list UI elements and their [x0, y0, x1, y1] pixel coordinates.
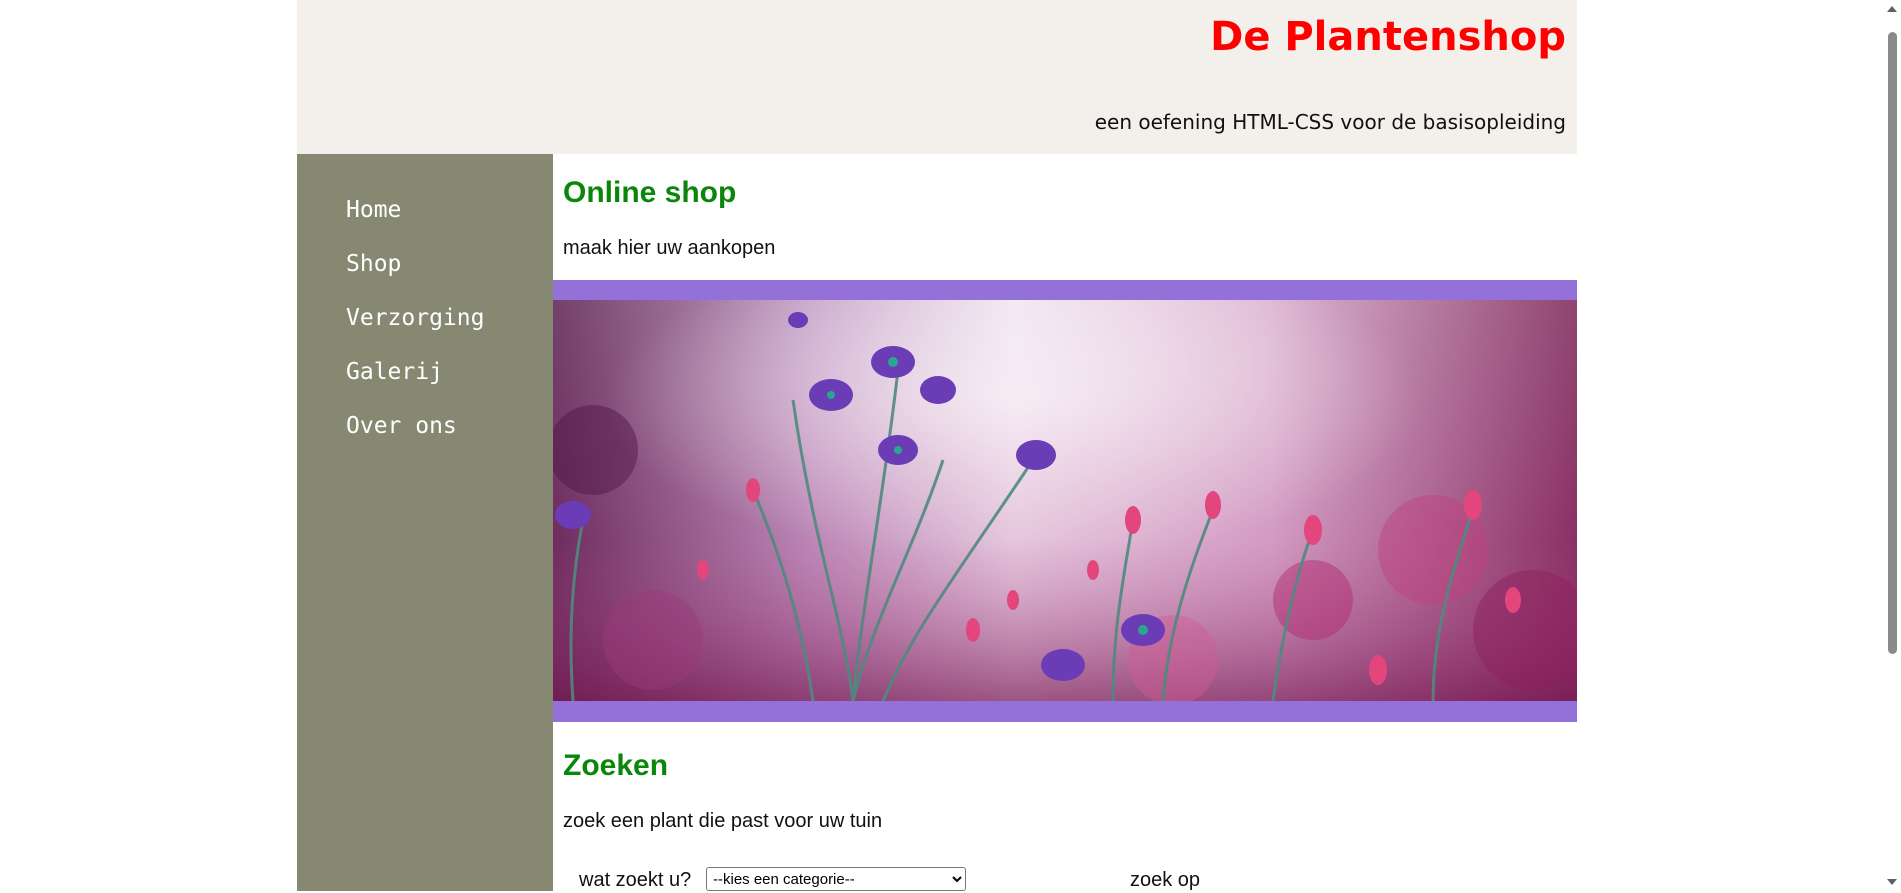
nav-link-over-ons[interactable]: Over ons [346, 412, 457, 440]
nav-menu: Home Shop Verzorging Galerij Over ons [346, 196, 484, 466]
nav-item-over-ons: Over ons [346, 412, 484, 466]
scrollbar-thumb[interactable] [1888, 32, 1897, 654]
search-by-label: zoek op [1130, 869, 1201, 891]
search-heading: Zoeken [563, 749, 669, 782]
scroll-down-arrow-icon[interactable] [1887, 879, 1897, 885]
category-label: wat zoekt u? [579, 869, 692, 891]
banner-frame [553, 280, 1577, 722]
search-form: wat zoekt u? --kies een categorie-- zoek… [579, 867, 1569, 893]
sidebar: Home Shop Verzorging Galerij Over ons [297, 154, 553, 891]
nav-link-galerij[interactable]: Galerij [346, 358, 443, 386]
nav-item-shop: Shop [346, 250, 484, 304]
banner-image [553, 300, 1577, 701]
category-select[interactable]: --kies een categorie-- [706, 867, 966, 891]
scroll-up-arrow-icon[interactable] [1887, 6, 1897, 12]
shop-heading: Online shop [563, 176, 737, 209]
nav-link-verzorging[interactable]: Verzorging [346, 304, 484, 332]
nav-link-shop[interactable]: Shop [346, 250, 401, 278]
nav-link-home[interactable]: Home [346, 196, 401, 224]
search-intro: zoek een plant die past voor uw tuin [563, 810, 883, 832]
shop-intro: maak hier uw aankopen [563, 237, 776, 259]
nav-item-galerij: Galerij [346, 358, 484, 412]
main-content: Online shop maak hier uw aankopen Zoeken… [553, 154, 1577, 891]
page: De Plantenshop een oefening HTML-CSS voo… [297, 0, 1577, 891]
vertical-scrollbar[interactable] [1884, 0, 1901, 891]
site-title: De Plantenshop [1210, 14, 1566, 60]
site-header: De Plantenshop een oefening HTML-CSS voo… [297, 0, 1577, 154]
nav-item-verzorging: Verzorging [346, 304, 484, 358]
nav-item-home: Home [346, 196, 484, 250]
site-subtitle: een oefening HTML-CSS voor de basisoplei… [1094, 110, 1566, 134]
